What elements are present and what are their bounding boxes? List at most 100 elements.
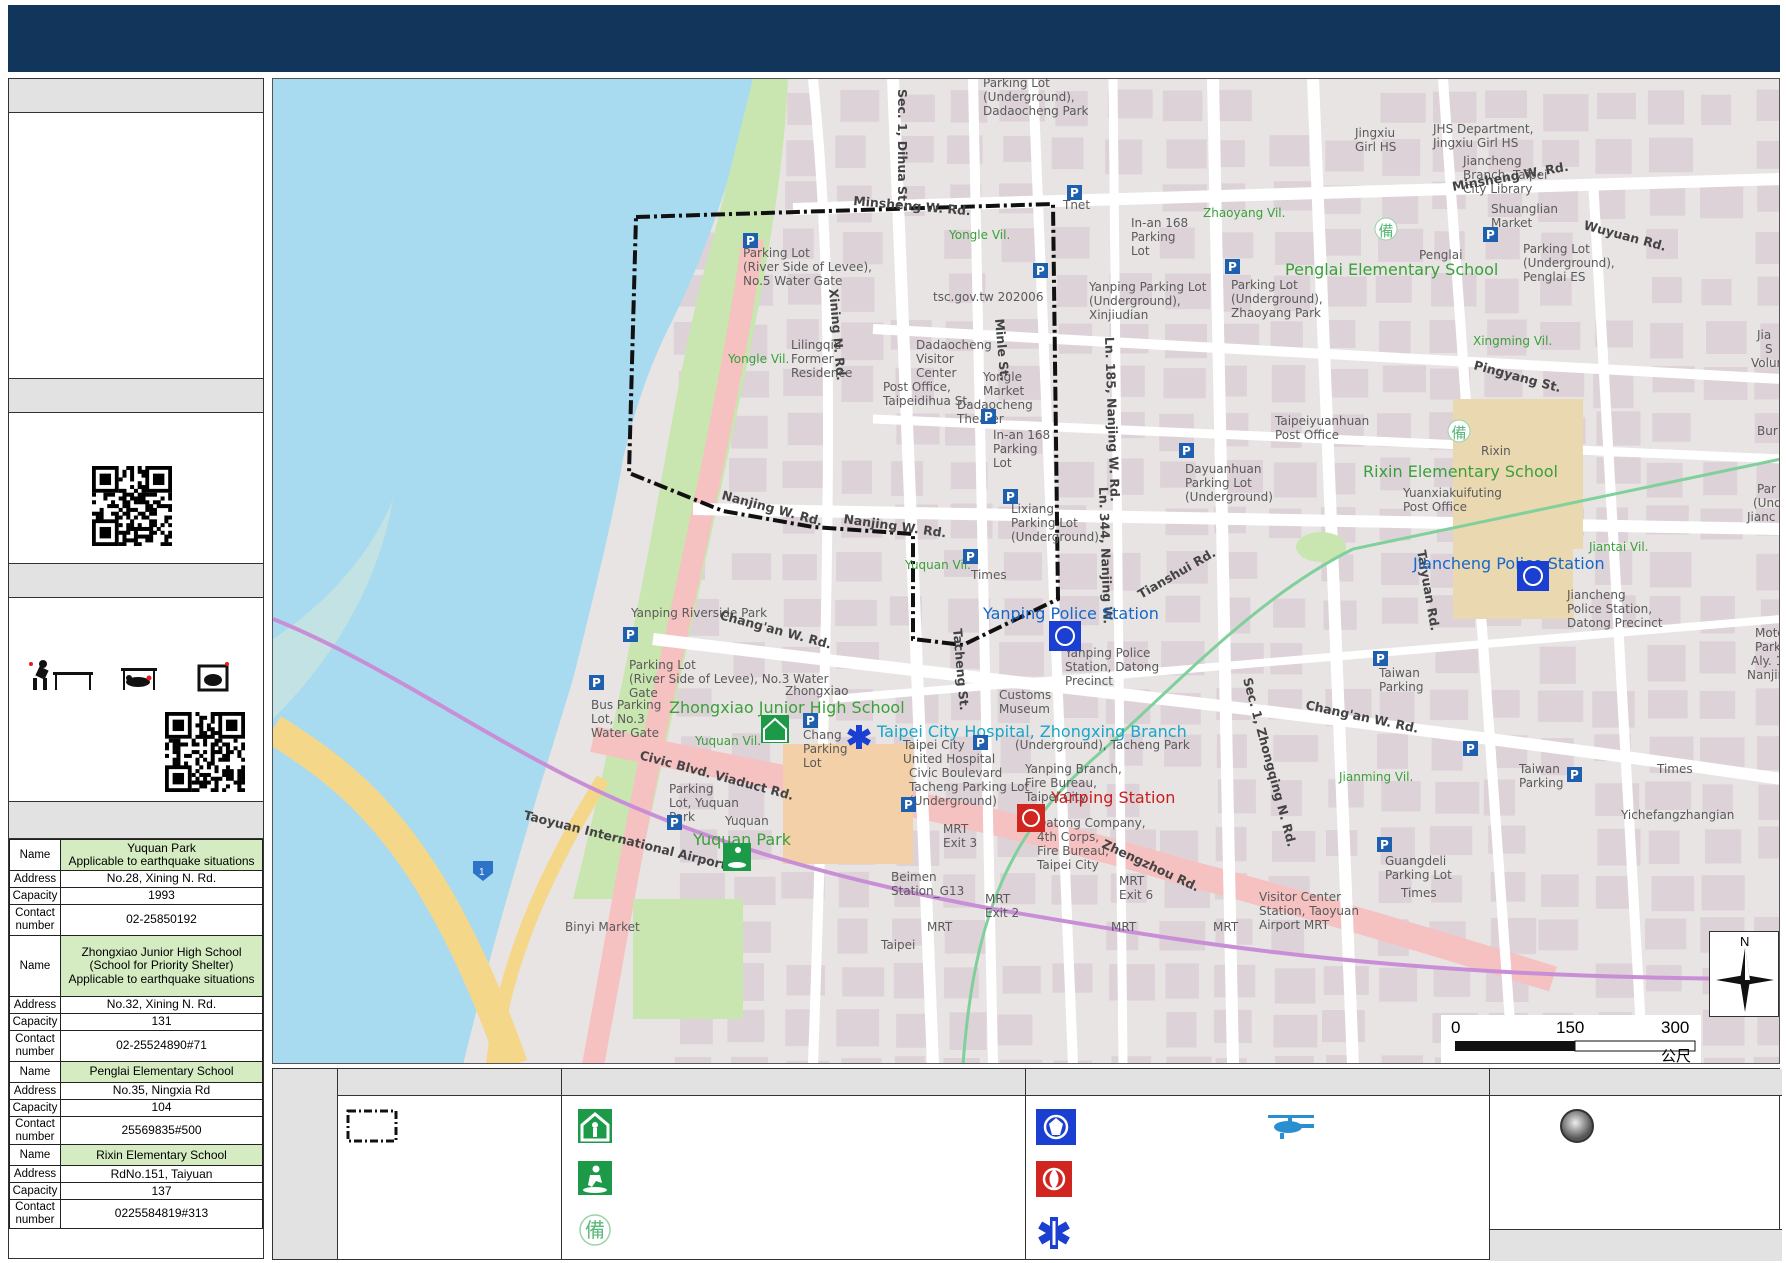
place-label-bur: Bur — [1757, 424, 1778, 438]
parking-icon[interactable]: P — [1377, 837, 1392, 852]
place-label-guangdeli: Guangdeli Parking Lot — [1385, 854, 1452, 882]
city-block — [1382, 365, 1426, 393]
featured-label-rixin-es[interactable]: Rixin Elementary School — [1363, 462, 1558, 481]
place-label-jingxiu: Jingxiu Girl HS — [1354, 126, 1396, 154]
north-label: N — [1740, 934, 1749, 949]
outdoor-shelter-icon[interactable] — [723, 843, 751, 871]
city-block — [1379, 967, 1418, 1002]
shelter-name: Yuquan Park Applicable to earthquake situ… — [60, 839, 263, 871]
shelter-row: Capacity 104 — [9, 1099, 263, 1117]
city-block — [1757, 276, 1779, 306]
svg-text:P: P — [1070, 186, 1079, 200]
featured-label-jiancheng-ps[interactable]: Jiancheng Police Station — [1412, 554, 1605, 573]
shelter-address: No.35, Ningxia Rd — [60, 1082, 263, 1100]
featured-label-yanping-station[interactable]: Yanping Station — [1050, 788, 1175, 807]
city-block — [1381, 1055, 1423, 1063]
shelter-row: Address No.35, Ningxia Rd — [9, 1082, 263, 1100]
city-block — [1651, 875, 1695, 912]
parking-icon[interactable]: P — [1067, 185, 1082, 200]
shelter-contact: 02-25524890#71 — [60, 1030, 263, 1062]
parking-icon[interactable]: P — [623, 627, 638, 642]
parking-icon[interactable]: P — [973, 735, 988, 750]
shelter-row: Name Penglai Elementary School — [9, 1061, 263, 1083]
city-block — [1321, 1010, 1365, 1043]
place-label-watermark: tsc.gov.tw 202006 — [933, 290, 1043, 304]
svg-text:P: P — [1380, 838, 1389, 852]
shelter-capacity: 104 — [60, 1099, 263, 1117]
place-label-jia: Jia — [1756, 328, 1771, 342]
svg-text:P: P — [1006, 490, 1015, 504]
city-block — [1163, 368, 1206, 399]
parking-icon[interactable]: P — [1179, 443, 1194, 458]
parking-icon[interactable]: P — [901, 797, 916, 812]
fire-station-icon[interactable] — [1017, 804, 1045, 832]
parking-icon[interactable]: P — [1463, 741, 1478, 756]
shelter-name-key: Name — [9, 839, 61, 871]
parking-icon[interactable]: P — [1373, 651, 1388, 666]
legend-col-shelters: 備 — [561, 1069, 1026, 1259]
legend-col-boundary — [337, 1069, 562, 1259]
svg-text:P: P — [746, 234, 755, 248]
city-block — [841, 460, 873, 494]
shelter-row: Contact number 02-25524890#71 — [9, 1030, 263, 1062]
parking-icon[interactable]: P — [1483, 227, 1498, 242]
svg-text:P: P — [670, 816, 679, 830]
indoor-shelter-icon[interactable] — [761, 715, 789, 743]
city-block — [1755, 231, 1779, 265]
place-label-jianc: Jianc — [1746, 510, 1775, 524]
parking-icon[interactable]: P — [1003, 489, 1018, 504]
police-icon[interactable] — [1517, 561, 1549, 591]
parking-icon[interactable]: P — [667, 815, 682, 830]
city-block — [1648, 830, 1680, 865]
title-banner — [8, 5, 1780, 72]
city-block — [1435, 781, 1480, 814]
city-block — [1758, 784, 1779, 820]
shelter-name: Penglai Elementary School — [60, 1061, 263, 1083]
legend-other-footer — [1490, 1229, 1782, 1261]
shelter-capacity-key: Capacity — [9, 1182, 61, 1201]
earthquake-panel-header — [9, 564, 263, 598]
city-block — [836, 1009, 880, 1047]
place-label-und: (Und — [1753, 496, 1780, 510]
city-block — [836, 552, 882, 582]
city-block — [842, 967, 885, 997]
featured-label-zhongxing-hosp[interactable]: Taipei City Hospital, Zhongxing Branch — [876, 722, 1187, 741]
qr-code-icon[interactable] — [92, 466, 172, 546]
city-block — [1051, 875, 1098, 905]
place-label-times3: Times — [1400, 886, 1437, 900]
evacuation-map[interactable]: Parking Lot (Underground), Dadaocheng Park… — [272, 78, 1780, 1064]
svg-text:P: P — [1182, 444, 1191, 458]
shelter-row: Name Zhongxiao Junior High School (School … — [9, 935, 263, 997]
city-block — [1757, 184, 1779, 212]
backup-shelter-icon[interactable]: 備 — [1447, 419, 1471, 443]
place-label-taiwan-pk2: Taiwan Parking — [1518, 762, 1564, 790]
qr-code-icon[interactable] — [165, 712, 245, 792]
parking-icon[interactable]: P — [1033, 263, 1048, 278]
parking-icon[interactable]: P — [1225, 259, 1240, 274]
parking-icon[interactable]: P — [1567, 767, 1582, 782]
city-block — [1273, 462, 1317, 498]
police-icon[interactable] — [1049, 621, 1081, 651]
legend-col-facilities-head — [1026, 1069, 1490, 1096]
featured-label-zhongxiao-jhs[interactable]: Zhongxiao Junior High School — [669, 698, 905, 717]
parking-icon[interactable]: P — [803, 713, 818, 728]
police-icon — [1036, 1109, 1076, 1145]
parking-icon[interactable]: P — [589, 675, 604, 690]
featured-label-penglai-es[interactable]: Penglai Elementary School — [1285, 260, 1498, 279]
indoor-shelter-icon — [578, 1109, 612, 1143]
parking-icon[interactable]: P — [963, 549, 978, 564]
map-canvas[interactable]: Parking Lot (Underground), Dadaocheng Park… — [273, 79, 1780, 1064]
parking-icon[interactable]: P — [981, 409, 996, 424]
backup-shelter-icon[interactable]: 備 — [1374, 217, 1398, 241]
place-label-yongle-vil: Yongle Vil. — [948, 228, 1010, 242]
parking-icon[interactable]: P — [743, 233, 758, 248]
svg-text:P: P — [1228, 260, 1237, 274]
place-label-yuquan-vil: Yuquan Vil. — [904, 558, 971, 572]
city-block — [1051, 137, 1084, 170]
featured-label-yanping-ps[interactable]: Yanping Police Station — [982, 604, 1159, 623]
scale-bar: 0 150 300 公尺 — [1441, 1015, 1701, 1063]
city-block — [841, 1058, 882, 1063]
city-block — [999, 642, 1045, 677]
city-block — [1321, 228, 1362, 256]
city-block — [1595, 875, 1633, 909]
